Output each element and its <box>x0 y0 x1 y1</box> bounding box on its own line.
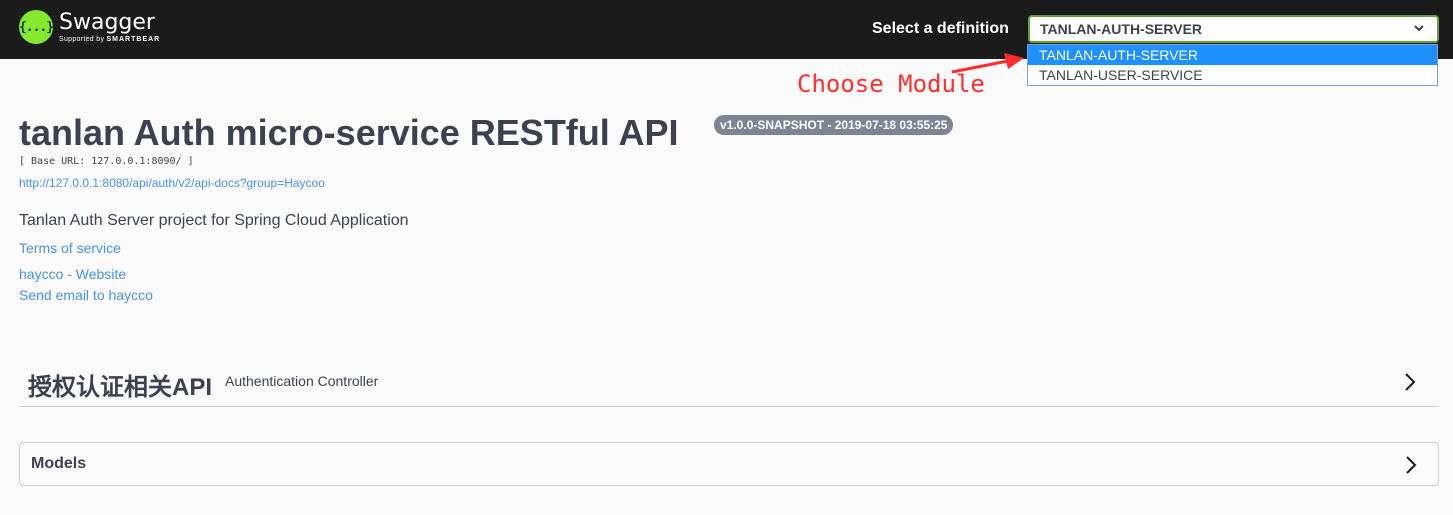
chevron-right-icon <box>1404 455 1418 480</box>
annotation-arrow-icon <box>951 53 1024 74</box>
dropdown-option-auth-server[interactable]: TANLAN-AUTH-SERVER <box>1028 45 1437 65</box>
logo-subtitle: Supported by SMARTBEAR <box>59 35 160 44</box>
email-link[interactable]: Send email to haycco <box>19 287 153 303</box>
models-section[interactable]: Models <box>19 442 1439 486</box>
api-description: Tanlan Auth Server project for Spring Cl… <box>19 212 409 229</box>
version-badge: v1.0.0-SNAPSHOT - 2019-07-18 03:55:25 <box>714 115 954 135</box>
select-definition-label: Select a definition <box>872 20 1009 37</box>
definition-select-value: TANLAN-AUTH-SERVER <box>1040 21 1203 37</box>
base-url: [ Base URL: 127.0.0.1:8090/ ] <box>19 156 194 167</box>
terms-of-service-link[interactable]: Terms of service <box>19 240 121 256</box>
definition-dropdown-list: TANLAN-AUTH-SERVER TANLAN-USER-SERVICE <box>1027 44 1438 86</box>
chevron-down-icon <box>1413 22 1425 36</box>
logo-text: Swagger Supported by SMARTBEAR <box>59 9 160 44</box>
tag-description: Authentication Controller <box>225 373 379 389</box>
chevron-right-icon <box>1403 372 1417 397</box>
api-docs-link[interactable]: http://127.0.0.1:8080/api/auth/v2/api-do… <box>19 176 325 190</box>
website-link[interactable]: haycco - Website <box>19 266 126 282</box>
logo-sub-prefix: Supported by <box>59 35 105 43</box>
opblock-tag-auth[interactable]: 授权认证相关API Authentication Controller <box>19 360 1439 407</box>
logo-sub-brand: SMARTBEAR <box>106 35 161 43</box>
logo-name: Swagger <box>59 9 155 35</box>
swagger-logo[interactable]: {...} Swagger Supported by SMARTBEAR <box>19 10 160 44</box>
tag-name: 授权认证相关API <box>28 374 213 401</box>
swagger-logo-icon: {...} <box>19 10 54 44</box>
dropdown-option-user-service[interactable]: TANLAN-USER-SERVICE <box>1028 65 1437 85</box>
models-title: Models <box>31 455 87 472</box>
api-title: tanlan Auth micro-service RESTful API <box>19 112 679 153</box>
definition-select[interactable]: TANLAN-AUTH-SERVER <box>1028 15 1439 43</box>
